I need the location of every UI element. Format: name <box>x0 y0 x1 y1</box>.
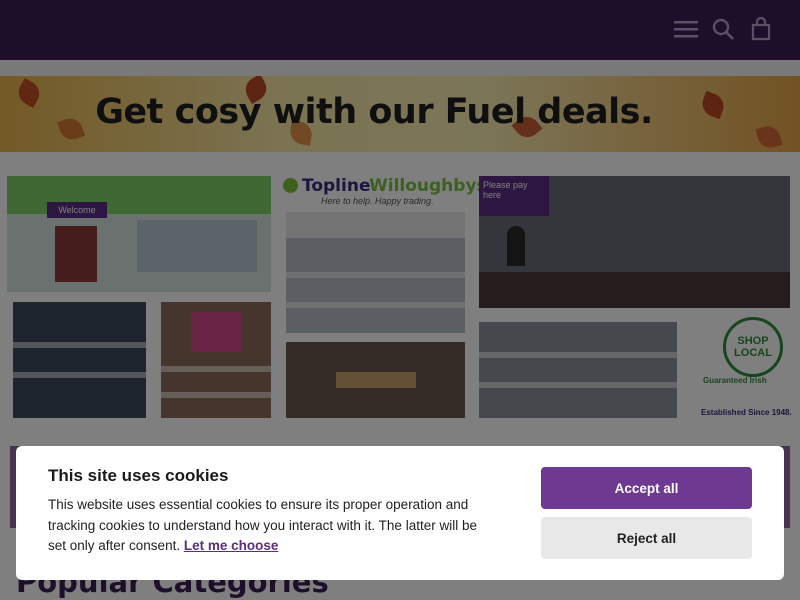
reject-all-button[interactable]: Reject all <box>541 517 752 559</box>
cookie-consent-banner: This site uses cookies This website uses… <box>16 446 784 580</box>
let-me-choose-link[interactable]: Let me choose <box>184 538 279 553</box>
cookie-description: This website uses essential cookies to e… <box>48 497 477 553</box>
accept-all-button[interactable]: Accept all <box>541 467 752 509</box>
cookie-title: This site uses cookies <box>48 466 229 485</box>
